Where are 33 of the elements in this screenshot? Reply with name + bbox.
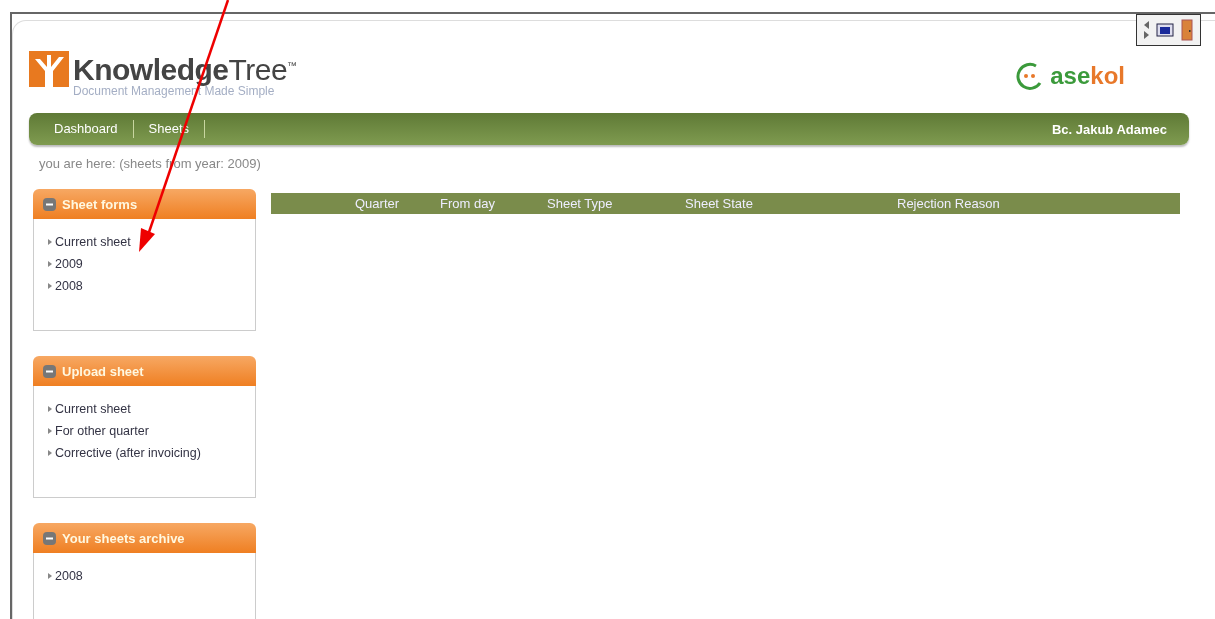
bullet-icon	[48, 261, 52, 267]
tree-logo-icon	[29, 51, 69, 87]
panel-header[interactable]: Your sheets archive	[33, 523, 256, 553]
panel-link[interactable]: 2009	[48, 257, 241, 271]
collapse-icon[interactable]	[43, 531, 56, 545]
column-header[interactable]: Sheet Type	[547, 196, 685, 211]
panel-link[interactable]: 2008	[48, 569, 241, 583]
panel-header[interactable]: Sheet forms	[33, 189, 256, 219]
window-icon[interactable]	[1156, 23, 1174, 37]
collapse-icon[interactable]	[43, 364, 56, 378]
panel-link[interactable]: Current sheet	[48, 402, 241, 416]
bullet-icon	[48, 428, 52, 434]
panel-link[interactable]: Corrective (after invoicing)	[48, 446, 241, 460]
column-header[interactable]: Rejection Reason	[897, 196, 1097, 211]
bullet-icon	[48, 406, 52, 412]
panel-link[interactable]: For other quarter	[48, 424, 241, 438]
bullet-icon	[48, 450, 52, 456]
column-header[interactable]: Quarter	[355, 196, 440, 211]
column-header[interactable]: From day	[440, 196, 547, 211]
panel-link[interactable]: Current sheet	[48, 235, 241, 249]
bullet-icon	[48, 573, 52, 579]
nav-link[interactable]: Dashboard	[39, 120, 134, 138]
panel-link[interactable]: 2008	[48, 279, 241, 293]
arrows-icon[interactable]	[1143, 20, 1150, 40]
panel-header[interactable]: Upload sheet	[33, 356, 256, 386]
partner-logo-text: ase	[1050, 62, 1091, 90]
bullet-icon	[48, 283, 52, 289]
column-header[interactable]: Sheet State	[685, 196, 897, 211]
bullet-icon	[48, 239, 52, 245]
door-icon[interactable]	[1180, 19, 1194, 41]
partner-logo-text: kol	[1090, 62, 1125, 90]
user-name: Bc. Jakub Adamec	[1051, 121, 1167, 137]
collapse-icon[interactable]	[43, 197, 56, 211]
